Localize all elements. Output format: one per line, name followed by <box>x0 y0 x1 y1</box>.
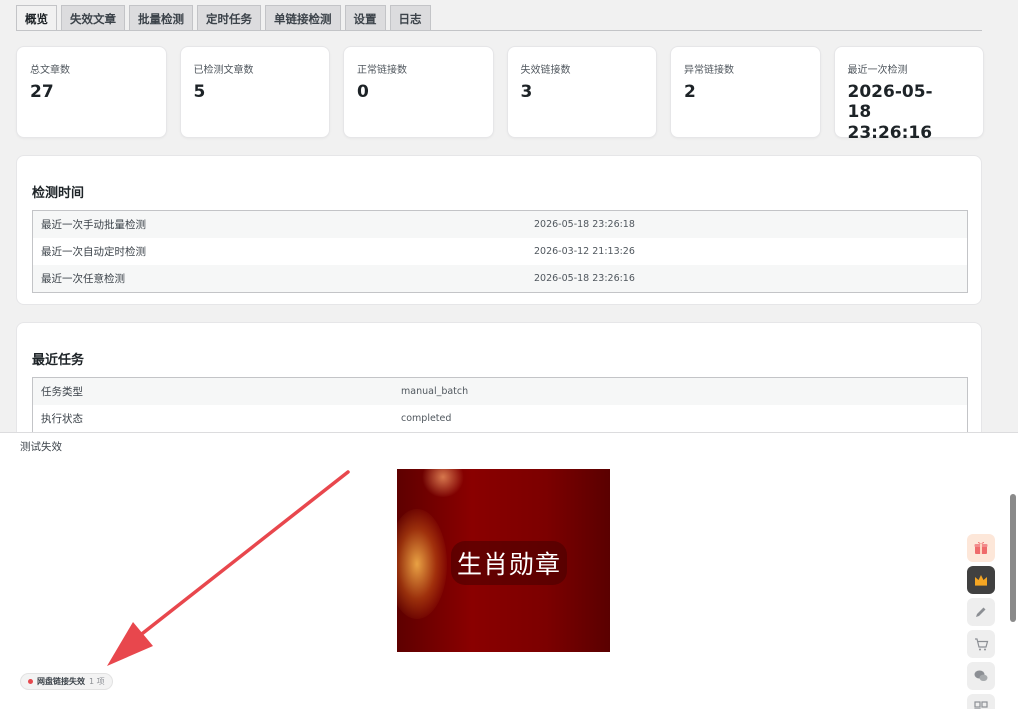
table-row: 任务类型 manual_batch <box>33 378 967 405</box>
bokeh-light <box>397 509 447 619</box>
stat-label: 已检测文章数 <box>193 65 254 76</box>
chip-count: 1 项 <box>89 677 105 686</box>
row-value: 2026-05-18 23:26:18 <box>534 219 635 230</box>
edit-button[interactable] <box>967 598 995 626</box>
row-value: 2026-03-12 21:13:26 <box>534 246 635 257</box>
row-key: 执行状态 <box>41 413 83 425</box>
row-key: 最近一次任意检测 <box>41 273 125 285</box>
test-failed-label: 测试失效 <box>20 441 62 453</box>
qrcode-icon <box>974 701 988 709</box>
tab-divider <box>16 30 982 31</box>
table-row: 最近一次手动批量检测 2026-05-18 23:26:18 <box>33 211 967 238</box>
stat-card-last-check: 最近一次检测 2026-05-18 23:26:16 <box>833 46 984 143</box>
tab-bar: 概览 失效文章 批量检测 定时任务 单链接检测 设置 日志 <box>16 5 431 31</box>
tab-scheduled-tasks[interactable]: 定时任务 <box>197 5 261 31</box>
cart-icon <box>974 637 988 650</box>
crown-icon <box>975 575 987 586</box>
stat-value: 3 <box>520 82 533 102</box>
row-key: 任务类型 <box>41 386 83 398</box>
wechat-button[interactable] <box>967 662 995 690</box>
wechat-icon <box>974 670 988 681</box>
tab-logs[interactable]: 日志 <box>389 5 431 31</box>
cart-button[interactable] <box>967 630 995 658</box>
row-value: completed <box>401 413 452 424</box>
stat-label: 异常链接数 <box>684 65 734 76</box>
gift-icon <box>974 541 988 554</box>
row-key: 最近一次自动定时检测 <box>41 246 146 258</box>
bokeh-light <box>421 469 465 497</box>
stat-value: 0 <box>357 82 369 102</box>
failed-link-chip[interactable]: 网盘链接失效 1 项 <box>20 673 113 690</box>
stat-card-checked-articles: 已检测文章数 5 <box>179 46 330 138</box>
stat-value: 27 <box>30 82 54 102</box>
table-row: 最近一次任意检测 2026-05-18 23:26:16 <box>33 265 967 292</box>
red-arrow-annotation <box>107 470 350 666</box>
row-value: manual_batch <box>401 386 469 397</box>
row-key: 最近一次手动批量检测 <box>41 219 146 231</box>
tab-overview[interactable]: 概览 <box>16 5 57 31</box>
stat-value: 5 <box>193 82 206 102</box>
check-time-table: 最近一次手动批量检测 2026-05-18 23:26:18 最近一次自动定时检… <box>32 210 968 293</box>
table-row: 最近一次自动定时检测 2026-03-12 21:13:26 <box>33 238 967 265</box>
stat-card-abnormal-links: 异常链接数 2 <box>670 46 821 138</box>
chip-label: 网盘链接失效 <box>37 677 85 686</box>
recent-task-table: 任务类型 manual_batch 执行状态 completed <box>32 377 968 433</box>
gift-button[interactable] <box>967 534 995 562</box>
stat-label: 失效链接数 <box>520 65 571 76</box>
stat-value: 2026-05-18 23:26:16 <box>847 82 933 143</box>
stat-label: 总文章数 <box>30 65 70 76</box>
table-row: 执行状态 completed <box>33 405 967 432</box>
stat-value: 2 <box>684 82 696 102</box>
post-thumbnail[interactable]: 生肖勋章 <box>397 469 610 652</box>
pencil-icon <box>976 607 986 617</box>
check-time-panel: 检测时间 最近一次手动批量检测 2026-05-18 23:26:18 最近一次… <box>16 155 982 305</box>
stat-card-total-articles: 总文章数 27 <box>16 46 167 138</box>
panel-title: 检测时间 <box>32 186 85 201</box>
tab-failed-articles[interactable]: 失效文章 <box>61 5 125 31</box>
tab-single-link-check[interactable]: 单链接检测 <box>265 5 341 31</box>
tab-batch-check[interactable]: 批量检测 <box>129 5 193 31</box>
floating-toolbar <box>967 534 995 709</box>
stat-card-failed-links: 失效链接数 3 <box>506 46 657 138</box>
stat-label: 最近一次检测 <box>847 65 908 76</box>
stat-label: 正常链接数 <box>357 65 407 76</box>
qrcode-button[interactable] <box>967 694 995 709</box>
status-dot-icon <box>28 679 33 684</box>
vip-button[interactable] <box>967 566 995 594</box>
panel-title: 最近任务 <box>32 353 85 368</box>
tab-settings[interactable]: 设置 <box>344 5 386 31</box>
scrollbar[interactable] <box>1010 494 1016 622</box>
row-value: 2026-05-18 23:26:16 <box>534 273 635 284</box>
stat-card-normal-links: 正常链接数 0 <box>343 46 494 138</box>
thumbnail-caption: 生肖勋章 <box>451 541 568 585</box>
stats-row: 总文章数 27 已检测文章数 5 正常链接数 0 失效链接数 3 异常链接数 2… <box>16 46 984 143</box>
